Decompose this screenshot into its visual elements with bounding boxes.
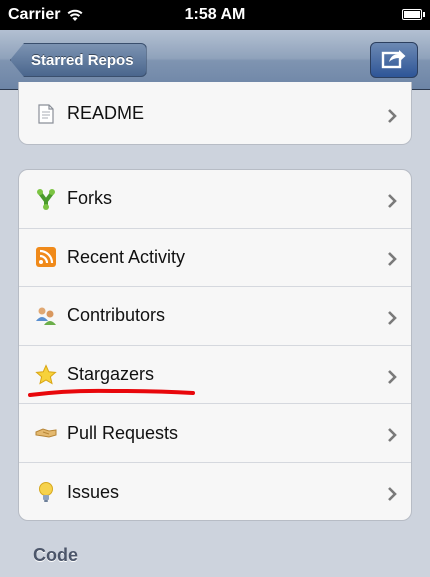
recent-activity-row[interactable]: Recent Activity [19, 229, 411, 288]
forks-label: Forks [67, 188, 112, 209]
navigation-bar: Starred Repos [0, 30, 430, 90]
repo-menu-group: Forks Recent Activity Contributors Starg… [18, 169, 412, 521]
chevron-right-icon [387, 250, 397, 267]
rss-icon [35, 246, 57, 268]
star-icon [35, 363, 57, 386]
chevron-right-icon [387, 485, 397, 502]
forks-row[interactable]: Forks [19, 170, 411, 229]
contributors-label: Contributors [67, 305, 166, 326]
chevron-right-icon [387, 368, 397, 384]
share-icon [381, 47, 407, 74]
lightbulb-icon [35, 481, 57, 503]
back-button[interactable]: Starred Repos [10, 43, 147, 77]
pull-requests-row[interactable]: Pull Requests [19, 404, 411, 463]
chevron-right-icon [387, 192, 397, 208]
pull-requests-label: Pull Requests [67, 422, 179, 443]
people-icon [35, 305, 57, 327]
wifi-icon [66, 8, 84, 22]
contributors-row[interactable]: Contributors [19, 287, 411, 346]
chevron-right-icon [387, 426, 397, 443]
battery-icon [402, 9, 425, 20]
code-section-header: Code [33, 545, 78, 565]
carrier-label: Carrier [8, 6, 61, 23]
carrier-info: Carrier [8, 6, 84, 24]
document-icon [35, 103, 57, 125]
readme-label: README [67, 103, 145, 123]
recent-activity-label: Recent Activity [67, 246, 186, 267]
issues-row[interactable]: Issues [19, 463, 411, 520]
readme-group: README [18, 82, 412, 145]
share-button[interactable] [370, 42, 418, 78]
readme-row[interactable]: README [19, 82, 411, 144]
issues-label: Issues [67, 481, 120, 502]
red-underline-annotation [28, 388, 195, 397]
fork-icon [35, 188, 57, 210]
status-bar: Carrier 1:58 AM [0, 0, 430, 30]
chevron-right-icon [387, 107, 397, 123]
chevron-right-icon [387, 309, 397, 325]
handshake-icon [35, 422, 57, 444]
stargazers-label: Stargazers [67, 364, 155, 385]
